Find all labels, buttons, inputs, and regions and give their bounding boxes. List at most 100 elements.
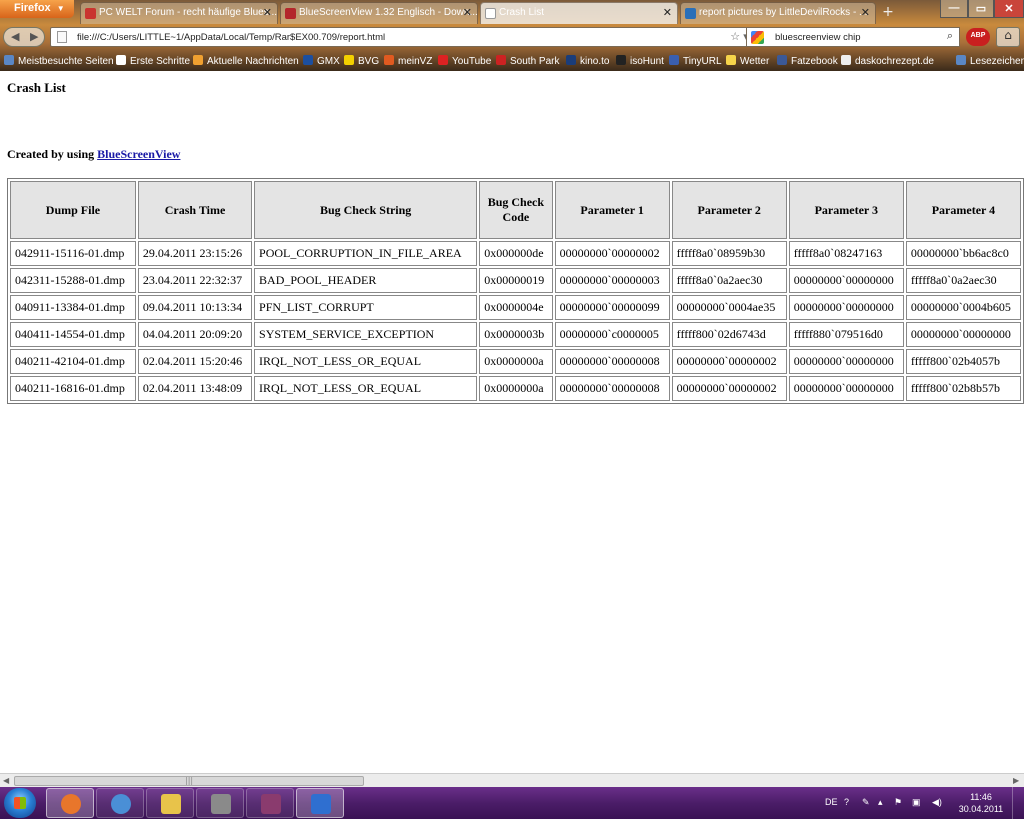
search-icon[interactable]: ⌕: [947, 30, 953, 43]
language-indicator[interactable]: DE: [825, 797, 838, 807]
bookmark-item[interactable]: isoHunt: [616, 55, 664, 67]
bookmark-item[interactable]: South Park: [496, 55, 559, 67]
cell-parameter-3: 00000000`00000000: [788, 376, 904, 401]
start-button[interactable]: [4, 788, 36, 818]
firefox-menu-label: Firefox: [14, 2, 51, 14]
close-window-button[interactable]: ✕: [994, 0, 1024, 18]
clock[interactable]: 11:46 30.04.2011: [956, 791, 1006, 815]
scroll-left-arrow-icon[interactable]: ◀: [3, 776, 9, 785]
bookmark-item[interactable]: TinyURL: [669, 55, 722, 67]
cell-bug-check-string: SYSTEM_SERVICE_EXCEPTION: [254, 322, 478, 347]
taskbar-app-explorer[interactable]: [146, 788, 194, 818]
back-forward-buttons[interactable]: ◀ ▶: [3, 27, 45, 47]
scrollbar-thumb[interactable]: |||: [14, 776, 364, 786]
tab-bluescreenview-download[interactable]: BlueScreenView 1.32 Englisch - Down... ✕: [280, 2, 478, 24]
cell-crash-time: 02.04.2011 15:20:46: [137, 349, 253, 374]
close-icon[interactable]: ✕: [861, 6, 870, 19]
bookmark-item[interactable]: Fatzebook: [777, 55, 838, 67]
scroll-right-arrow-icon[interactable]: ▶: [1013, 776, 1019, 785]
cell-bug-check-string: IRQL_NOT_LESS_OR_EQUAL: [254, 376, 478, 401]
maximize-button[interactable]: ▭: [968, 0, 994, 18]
table-row: 042911-15116-01.dmp 29.04.2011 23:15:26 …: [10, 241, 1021, 266]
tray-expand-icon[interactable]: ▴: [878, 797, 883, 808]
column-header: Parameter 2: [671, 181, 787, 239]
cell-bug-check-code: 0x0000003b: [479, 322, 553, 347]
taskbar-app-firefox[interactable]: [46, 788, 94, 818]
show-desktop-button[interactable]: [1012, 787, 1024, 819]
volume-icon[interactable]: ◀): [932, 797, 942, 808]
bookmark-item[interactable]: daskochrezept.de: [841, 55, 934, 67]
cell-parameter-1: 00000000`c0000005: [554, 322, 670, 347]
bookmark-label: meinVZ: [398, 56, 433, 67]
cell-parameter-4: 00000000`bb6ac8c0: [905, 241, 1021, 266]
grip-icon: |||: [185, 776, 194, 785]
itunes-icon: [111, 794, 131, 814]
table-row: 042311-15288-01.dmp 23.04.2011 22:32:37 …: [10, 268, 1021, 293]
clock-time: 11:46: [970, 792, 992, 802]
network-icon[interactable]: ▣: [912, 797, 921, 808]
cell-bug-check-code: 0x0000004e: [479, 295, 553, 320]
bookmarks-menu[interactable]: Lesezeichen: [956, 55, 1024, 67]
bluescreenview-link[interactable]: BlueScreenView: [97, 147, 180, 161]
help-icon[interactable]: ?: [844, 797, 849, 807]
tab-pc-welt[interactable]: PC WELT Forum - recht häufige Blues... ✕: [80, 2, 278, 24]
bookmarks-menu-label: Lesezeichen: [970, 56, 1024, 67]
google-icon[interactable]: [751, 31, 764, 44]
action-center-flag-icon[interactable]: ⚑: [894, 797, 902, 808]
bookmark-label: Erste Schritte: [130, 56, 191, 67]
bookmark-item[interactable]: meinVZ: [384, 55, 432, 67]
cell-bug-check-code: 0x00000019: [479, 268, 553, 293]
page-icon: [57, 31, 67, 43]
kochrezept-icon: [841, 55, 851, 65]
table-header-row: Dump File Crash Time Bug Check String Bu…: [10, 181, 1021, 239]
created-by-line: Created by using BlueScreenView: [7, 147, 180, 162]
close-icon[interactable]: ✕: [463, 6, 472, 19]
taskbar-app-itunes[interactable]: [96, 788, 144, 818]
back-arrow-icon[interactable]: ◀: [11, 30, 19, 43]
tab-crash-list[interactable]: Crash List ✕: [480, 2, 678, 24]
bookmark-item[interactable]: YouTube: [438, 55, 491, 67]
bookmark-item[interactable]: Erste Schritte: [116, 55, 190, 67]
column-header: Bug Check Code: [479, 181, 553, 239]
forward-arrow-icon[interactable]: ▶: [30, 30, 38, 43]
firefox-menu-button[interactable]: Firefox ▼: [0, 0, 74, 18]
cell-bug-check-code: 0x0000000a: [479, 349, 553, 374]
tab-label: Crash List: [499, 7, 545, 18]
url-bar[interactable]: file:///C:/Users/LITTLE~1/AppData/Local/…: [50, 27, 768, 47]
cell-parameter-1: 00000000`00000008: [554, 349, 670, 374]
meinvz-icon: [384, 55, 394, 65]
horizontal-scrollbar[interactable]: ◀ ||| ▶: [0, 773, 1024, 787]
bookmark-item[interactable]: Meistbesuchte Seiten: [4, 55, 114, 67]
taskbar-app-bluescreenview[interactable]: [296, 788, 344, 818]
cell-parameter-2: fffff8a0`08959b30: [671, 241, 787, 266]
adblock-plus-icon[interactable]: ABP: [966, 28, 990, 46]
taskbar-app-tools[interactable]: [196, 788, 244, 818]
new-tab-button[interactable]: +: [878, 4, 898, 22]
cell-bug-check-code: 0x0000000a: [479, 376, 553, 401]
bookmark-item[interactable]: Wetter: [726, 55, 769, 67]
bookmark-item[interactable]: GMX: [303, 55, 340, 67]
firefox-icon: [61, 794, 81, 814]
home-button[interactable]: ⌂: [996, 27, 1020, 47]
search-query: bluescreenview chip: [775, 32, 861, 43]
taskbar-app-winrar[interactable]: [246, 788, 294, 818]
bookmark-item[interactable]: BVG: [344, 55, 379, 67]
rss-icon: [193, 55, 203, 65]
page-title: Crash List: [7, 80, 66, 95]
close-icon[interactable]: ✕: [663, 6, 672, 19]
close-icon[interactable]: ✕: [263, 6, 272, 19]
tab-report-pictures[interactable]: report pictures by LittleDevilRocks - ..…: [680, 2, 876, 24]
tab-bar: Firefox ▼ PC WELT Forum - recht häufige B…: [0, 0, 1024, 24]
cell-parameter-4: fffff800`02b8b57b: [905, 376, 1021, 401]
cell-parameter-3: fffff880`079516d0: [788, 322, 904, 347]
bookmark-item[interactable]: Aktuelle Nachrichten: [193, 55, 299, 67]
bookmark-label: GMX: [317, 56, 340, 67]
facebook-icon: [777, 55, 787, 65]
bookmark-label: Aktuelle Nachrichten: [207, 56, 299, 67]
minimize-button[interactable]: —: [940, 0, 968, 18]
search-bar[interactable]: bluescreenview chip ⌕: [746, 27, 960, 47]
bookmark-item[interactable]: kino.to: [566, 55, 609, 67]
column-header: Parameter 1: [554, 181, 670, 239]
pen-icon[interactable]: ✎: [862, 797, 870, 808]
cell-parameter-2: 00000000`00000002: [671, 349, 787, 374]
